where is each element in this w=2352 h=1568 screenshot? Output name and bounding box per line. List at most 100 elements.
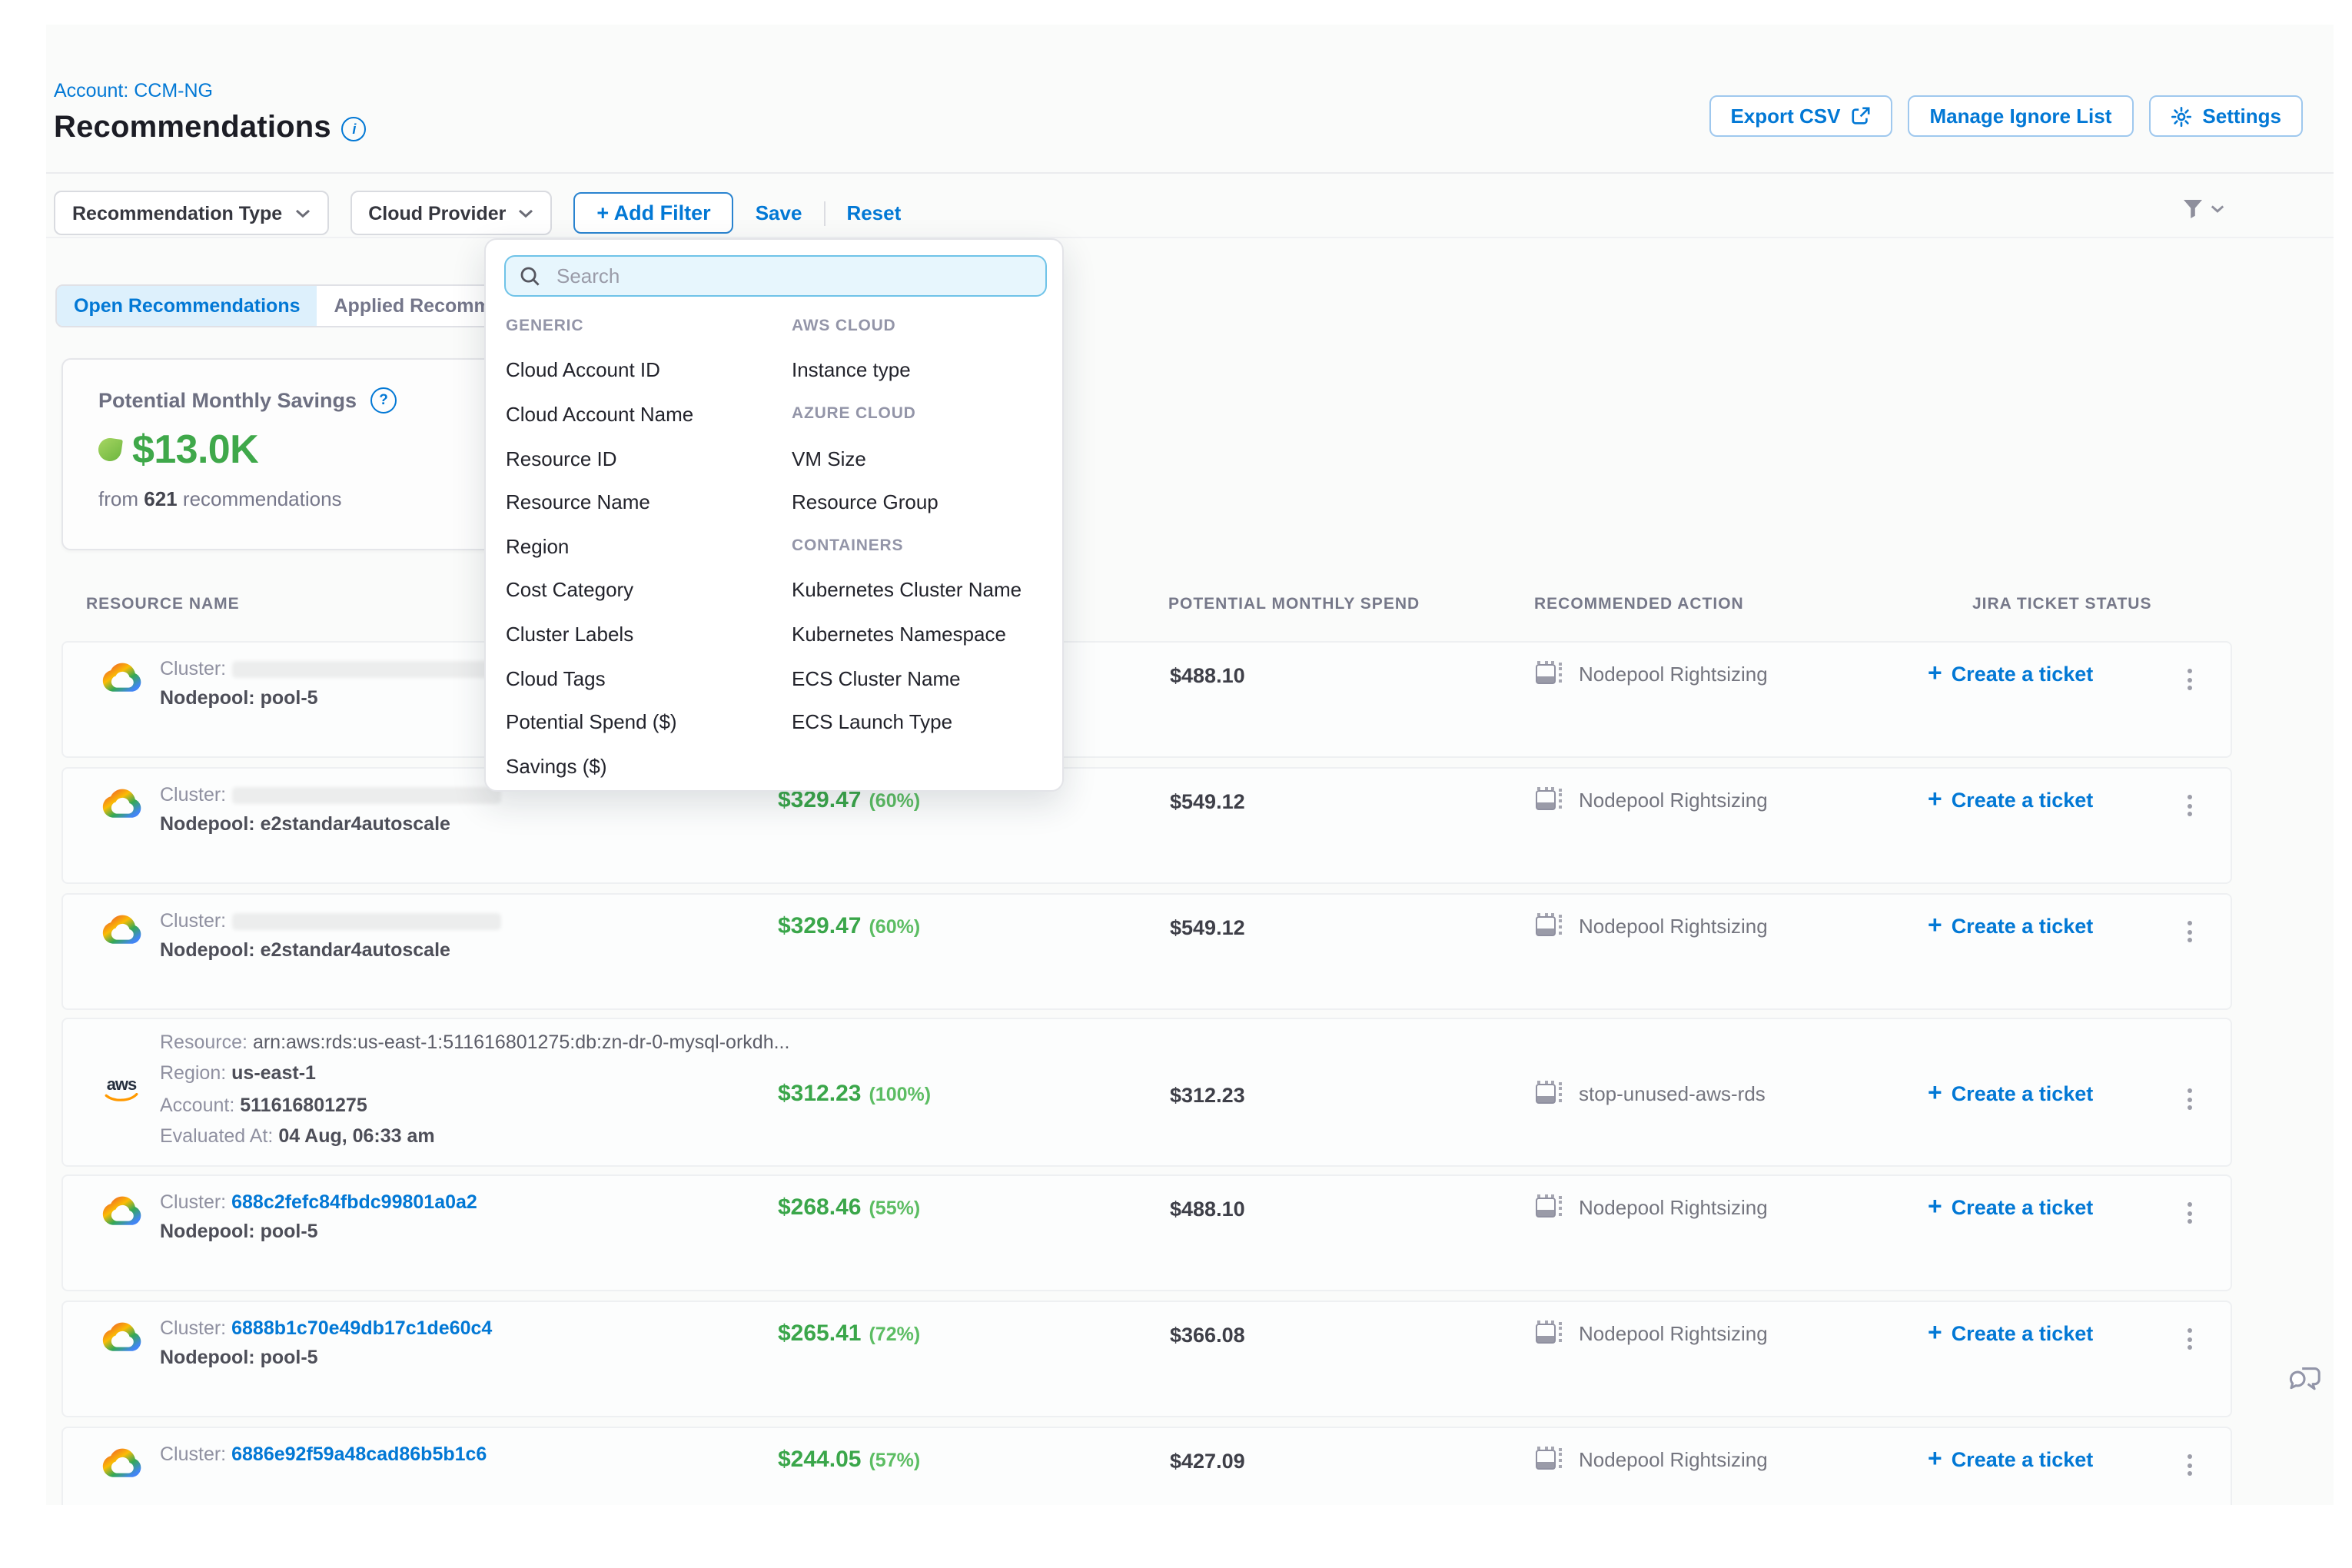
filter-option-savings[interactable]: Savings ($) (506, 744, 792, 788)
create-ticket-link[interactable]: +Create a ticket (1928, 663, 2093, 686)
filter-option-ecs-cluster-name[interactable]: ECS Cluster Name (792, 656, 1062, 700)
add-filter-button[interactable]: + Add Filter (573, 192, 733, 234)
chat-bubbles-icon[interactable] (2287, 1360, 2323, 1396)
gear-icon (2170, 105, 2191, 127)
recommended-action-cell: Nodepool Rightsizing (1536, 1447, 1768, 1471)
table-row[interactable]: Cluster: 6888b1c70e49db17c1de60c4 Nodepo… (61, 1301, 2232, 1417)
create-ticket-link[interactable]: +Create a ticket (1928, 1082, 2093, 1105)
filter-option-region[interactable]: Region (506, 524, 792, 568)
recommended-action-cell: Nodepool Rightsizing (1536, 1321, 1768, 1345)
spend-cell: $549.12 (1170, 790, 1245, 813)
chevron-down-icon (2211, 204, 2224, 214)
settings-label: Settings (2202, 105, 2281, 128)
filter-panel-toggle[interactable] (2181, 198, 2224, 220)
recommended-action-cell: stop-unused-aws-rds (1536, 1081, 1766, 1105)
filter-option-kubernetes-cluster-name[interactable]: Kubernetes Cluster Name (792, 568, 1062, 612)
col-monthly-spend: POTENTIAL MONTHLY SPEND (1168, 595, 1420, 613)
table-row[interactable]: Cluster: 688c2fefc84fbdc99801a0a2 Nodepo… (61, 1174, 2232, 1291)
rightsizing-icon (1536, 787, 1565, 812)
kebab-menu-icon[interactable] (2184, 1451, 2195, 1479)
create-ticket-link[interactable]: +Create a ticket (1928, 1448, 2093, 1471)
filter-option-resource-name[interactable]: Resource Name (506, 480, 792, 524)
section-azure-cloud: AZURE CLOUD (792, 392, 1062, 436)
table-row[interactable]: Cluster: Nodepool: e2standar4autoscale $… (61, 767, 2232, 884)
gcp-icon (100, 659, 143, 693)
rightsizing-icon (1536, 1447, 1565, 1471)
recommended-action-cell: Nodepool Rightsizing (1536, 787, 1768, 812)
leaf-icon (97, 437, 123, 463)
savings-amount: $13.0K (132, 426, 258, 473)
table-row[interactable]: Cluster: Nodepool: pool-5 $488.10 Nodepo… (61, 641, 2232, 758)
bottom-margin (0, 1505, 2352, 1568)
manage-ignore-list-button[interactable]: Manage Ignore List (1908, 95, 2133, 137)
rightsizing-icon (1536, 913, 1565, 938)
export-csv-button[interactable]: Export CSV (1709, 95, 1892, 137)
kebab-menu-icon[interactable] (2184, 1199, 2195, 1227)
reset-filter-link[interactable]: Reset (846, 201, 901, 224)
gcp-icon (100, 786, 143, 819)
create-ticket-link[interactable]: +Create a ticket (1928, 915, 2093, 938)
cluster-link[interactable]: 688c2fefc84fbdc99801a0a2 (231, 1191, 477, 1213)
help-icon[interactable]: ? (370, 387, 397, 414)
filter-option-cloud-tags[interactable]: Cloud Tags (506, 656, 792, 700)
create-ticket-link[interactable]: +Create a ticket (1928, 1322, 2093, 1345)
save-filter-link[interactable]: Save (756, 201, 802, 224)
recommendation-type-label: Recommendation Type (72, 202, 282, 224)
rightsizing-icon (1536, 661, 1565, 686)
info-icon[interactable]: i (342, 116, 367, 141)
cluster-link[interactable]: 6888b1c70e49db17c1de60c4 (231, 1317, 492, 1339)
gcp-icon (100, 1445, 143, 1479)
redacted-cluster-name (232, 661, 501, 678)
filter-option-instance-type[interactable]: Instance type (792, 348, 1062, 392)
filter-option-cost-category[interactable]: Cost Category (506, 568, 792, 612)
spend-cell: $488.10 (1170, 1198, 1245, 1221)
recommendation-type-filter[interactable]: Recommendation Type (54, 191, 328, 235)
plus-icon: + (1928, 1198, 1942, 1218)
recommended-action-cell: Nodepool Rightsizing (1536, 913, 1768, 938)
savings-cell: $312.23(100%) (778, 1081, 931, 1108)
section-containers: CONTAINERS (792, 524, 1062, 568)
savings-card-title: Potential Monthly Savings (98, 389, 357, 412)
dropdown-search[interactable] (504, 255, 1047, 297)
chevron-down-icon (518, 208, 533, 218)
filter-option-kubernetes-namespace[interactable]: Kubernetes Namespace (792, 612, 1062, 656)
kebab-menu-icon[interactable] (2184, 666, 2195, 693)
filter-option-cloud-account-id[interactable]: Cloud Account ID (506, 348, 792, 392)
spend-cell: $549.12 (1170, 916, 1245, 939)
cluster-link[interactable]: 6886e92f59a48cad86b5b1c6 (231, 1443, 487, 1465)
kebab-menu-icon[interactable] (2184, 1085, 2195, 1113)
filter-option-vm-size[interactable]: VM Size (792, 437, 1062, 480)
kebab-menu-icon[interactable] (2184, 1325, 2195, 1353)
settings-button[interactable]: Settings (2148, 95, 2303, 137)
redacted-cluster-name (232, 913, 501, 930)
search-input[interactable] (553, 263, 1031, 289)
savings-cell: $329.47(60%) (778, 913, 920, 941)
tab-open-recommendations[interactable]: Open Recommendations (57, 286, 317, 326)
kebab-menu-icon[interactable] (2184, 792, 2195, 819)
filter-option-cluster-labels[interactable]: Cluster Labels (506, 612, 792, 656)
left-margin (0, 0, 46, 1568)
potential-monthly-savings-card: Potential Monthly Savings ? $13.0K from … (61, 358, 495, 550)
rightsizing-icon (1536, 1321, 1565, 1345)
filter-option-cloud-account-name[interactable]: Cloud Account Name (506, 392, 792, 436)
kebab-menu-icon[interactable] (2184, 918, 2195, 945)
filter-option-resource-id[interactable]: Resource ID (506, 437, 792, 480)
funnel-icon (2181, 198, 2204, 220)
account-breadcrumb[interactable]: Account: CCM-NG (54, 80, 213, 101)
table-row[interactable]: aws Resource: arn:aws:rds:us-east-1:5116… (61, 1018, 2232, 1167)
gcp-icon (100, 912, 143, 945)
create-ticket-link[interactable]: +Create a ticket (1928, 789, 2093, 812)
create-ticket-link[interactable]: +Create a ticket (1928, 1196, 2093, 1219)
resource-name-cell: Cluster: 688c2fefc84fbdc99801a0a2 Nodepo… (160, 1188, 477, 1245)
resource-name-cell: Cluster: Nodepool: e2standar4autoscale (160, 907, 501, 964)
filter-option-resource-group[interactable]: Resource Group (792, 480, 1062, 524)
resource-name-cell: Cluster: Nodepool: pool-5 (160, 655, 501, 712)
table-row[interactable]: Cluster: Nodepool: e2standar4autoscale $… (61, 893, 2232, 1010)
col-resource-name: RESOURCE NAME (86, 595, 240, 613)
filter-option-potential-spend[interactable]: Potential Spend ($) (506, 700, 792, 744)
savings-cell: $265.41(72%) (778, 1321, 920, 1348)
filter-option-ecs-launch-type[interactable]: ECS Launch Type (792, 700, 1062, 744)
search-icon (520, 265, 541, 287)
rightsizing-icon (1536, 1081, 1565, 1105)
cloud-provider-filter[interactable]: Cloud Provider (350, 191, 552, 235)
